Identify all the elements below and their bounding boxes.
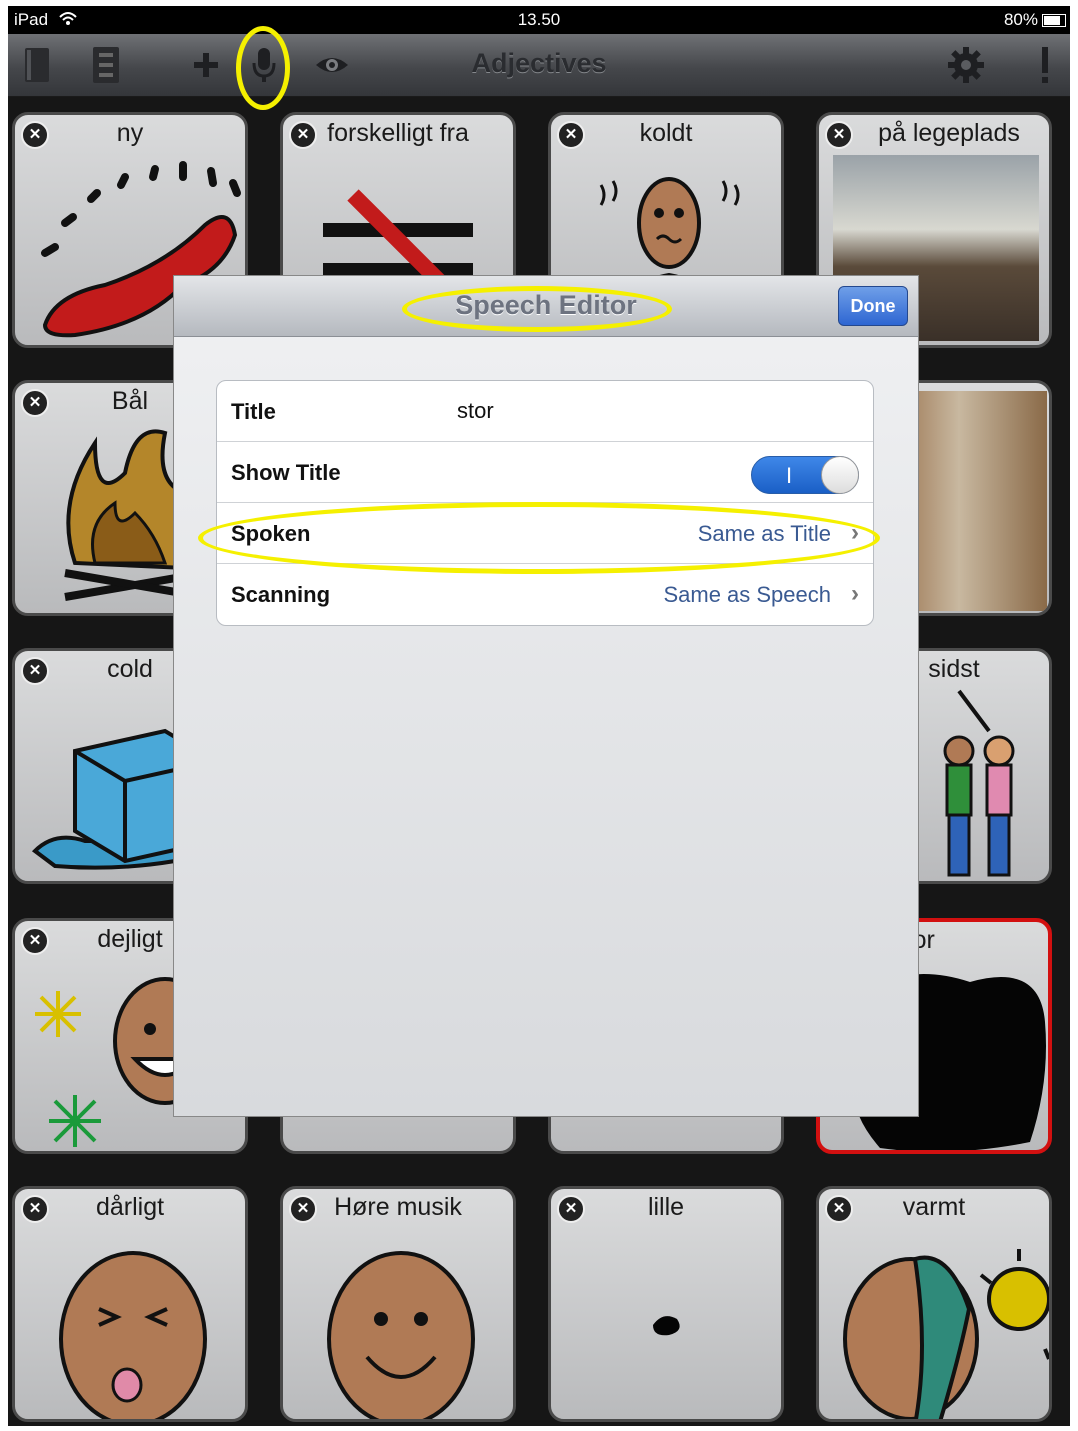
tile-label: varmt [902, 1193, 966, 1221]
close-icon[interactable]: ✕ [557, 1195, 585, 1223]
small-dot-icon [653, 1316, 680, 1336]
close-icon[interactable]: ✕ [21, 1195, 49, 1223]
title-label: Title [231, 399, 276, 424]
tile-label: dårligt [95, 1193, 165, 1221]
tile-label: forskelligt fra [327, 119, 469, 147]
close-icon[interactable]: ✕ [557, 121, 585, 149]
app-frame: iPad 13.50 80% Adjectives ny ✕ forskelli… [8, 6, 1070, 1426]
done-button[interactable]: Done [838, 286, 908, 326]
tile-varmt[interactable]: varmt ✕ [816, 1186, 1052, 1422]
status-bar: iPad 13.50 80% [8, 6, 1070, 34]
spoken-highlight [198, 502, 880, 574]
close-icon[interactable]: ✕ [825, 121, 853, 149]
close-icon[interactable]: ✕ [825, 1195, 853, 1223]
tile-label: ny [116, 119, 144, 147]
tile-label: lille [647, 1193, 685, 1221]
close-icon[interactable]: ✕ [289, 1195, 317, 1223]
exclamation-icon[interactable] [1028, 42, 1062, 88]
title-highlight [402, 286, 672, 332]
close-icon[interactable]: ✕ [21, 927, 49, 955]
tile-label: Høre musik [334, 1193, 462, 1221]
status-time: 13.50 [517, 10, 561, 29]
tile-daarligt[interactable]: dårligt ✕ [12, 1186, 248, 1422]
close-icon[interactable]: ✕ [21, 657, 49, 685]
speech-editor-dialog: Speech Editor Done Title Show Title I Sp… [174, 276, 918, 1116]
toolbar: Adjectives [8, 34, 1070, 97]
hot-face-sun-icon [843, 1249, 1049, 1419]
show-title-label: Show Title [231, 460, 341, 485]
tile-hoere-musik[interactable]: Høre musik ✕ [280, 1186, 516, 1422]
board-title: Adjectives [471, 48, 607, 78]
scanning-label: Scanning [231, 582, 331, 607]
show-title-row: Show Title I [217, 442, 873, 503]
title-row: Title [217, 381, 873, 442]
tile-lille[interactable]: lille ✕ [548, 1186, 784, 1422]
close-icon[interactable]: ✕ [289, 121, 317, 149]
sick-face-icon [59, 1251, 207, 1419]
title-input[interactable] [453, 391, 857, 431]
dialog-header: Speech Editor Done [174, 276, 918, 337]
gear-icon[interactable] [944, 42, 988, 88]
scanning-value: Same as Speech [663, 582, 831, 607]
show-title-toggle[interactable]: I [751, 456, 859, 494]
close-icon[interactable]: ✕ [21, 389, 49, 417]
smiling-face-icon [327, 1251, 475, 1419]
toggle-knob [821, 456, 859, 494]
microphone-highlight [236, 26, 290, 110]
close-icon[interactable]: ✕ [21, 121, 49, 149]
chevron-right-icon: › [851, 580, 859, 607]
battery-percent: 80% [1003, 10, 1038, 29]
toggle-on-mark: I [786, 463, 793, 488]
tile-label: på legeplads [878, 119, 1020, 147]
tile-label: koldt [639, 119, 693, 147]
battery-icon [1042, 14, 1066, 27]
